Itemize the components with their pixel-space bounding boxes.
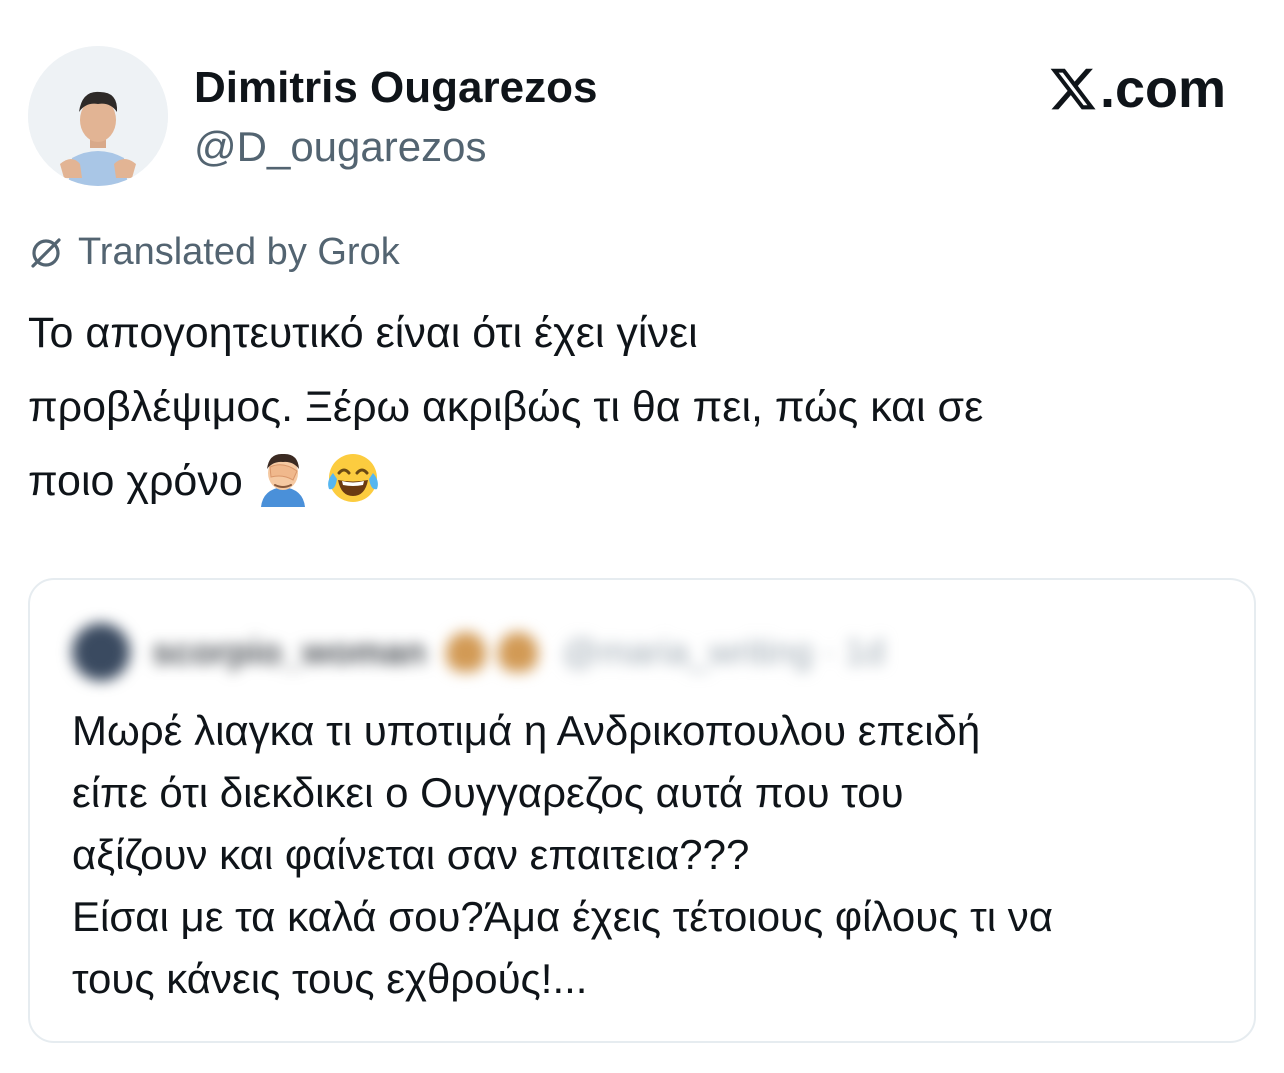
- author-display-name[interactable]: Dimitris Ougarezos: [194, 62, 597, 114]
- quoted-author-avatar: [72, 623, 130, 681]
- translation-label: Translated by Grok: [78, 231, 400, 273]
- quoted-emoji-icon: [446, 632, 487, 672]
- quoted-emoji-icon: [498, 632, 539, 672]
- quoted-tweet-card[interactable]: scorpio_woman @maria_writing · 1d Μωρέ λ…: [28, 578, 1256, 1043]
- tweet-text: Το απογοητευτικό είναι ότι έχει γίνει πρ…: [28, 296, 1258, 518]
- x-logo-icon: [1050, 68, 1096, 110]
- quoted-author-handle: @maria_writing · 1d: [562, 631, 885, 672]
- grok-icon: [31, 238, 61, 268]
- translation-notice[interactable]: Translated by Grok: [26, 228, 400, 276]
- author-avatar[interactable]: [28, 46, 168, 186]
- tears-of-joy-emoji: [323, 447, 383, 507]
- quoted-tweet-text: Μωρέ λιαγκα τι υποτιμά η Ανδρικοπουλου ε…: [72, 707, 1053, 1002]
- quoted-author-name: scorpio_woman: [152, 631, 427, 672]
- brand-label: .com: [1099, 59, 1226, 119]
- quoted-tweet-header: scorpio_woman @maria_writing · 1d: [72, 623, 1072, 681]
- facepalm-emoji: [253, 447, 313, 507]
- brand-logo: .com: [1048, 58, 1226, 120]
- tweet-body: Το απογοητευτικό είναι ότι έχει γίνει πρ…: [28, 309, 984, 505]
- author-handle[interactable]: @D_ougarezos: [194, 121, 486, 173]
